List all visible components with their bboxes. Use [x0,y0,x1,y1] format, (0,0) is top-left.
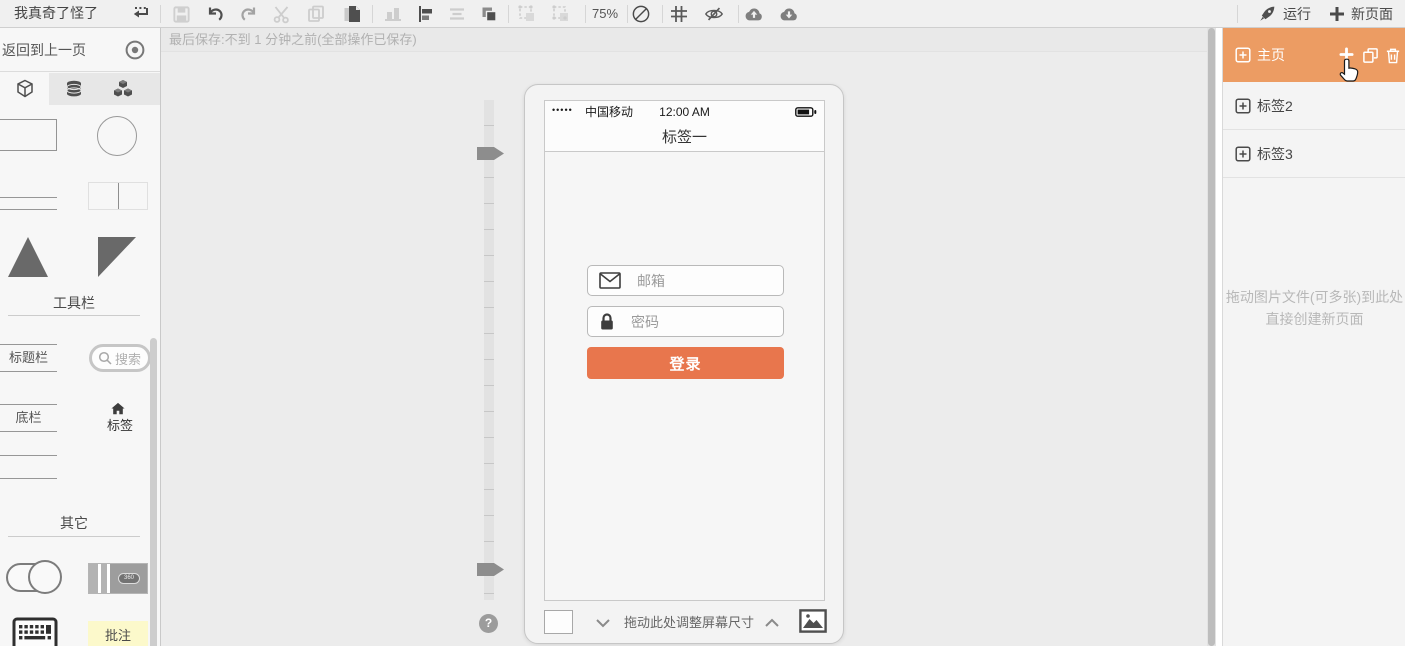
hide-layers-icon[interactable] [704,4,724,24]
expand-icon[interactable] [1235,98,1251,114]
home-icon [111,402,125,415]
background-image-icon[interactable] [799,609,827,633]
envelope-icon [599,272,621,289]
ruler-handle-bottom[interactable] [477,563,504,576]
widget-panel: 返回到上一页 工具栏 标题栏 [0,28,161,646]
email-field-widget[interactable]: 邮箱 [587,265,784,296]
align-left-icon[interactable] [415,4,435,24]
page-item-tab2[interactable]: 标签2 [1223,82,1405,130]
triangle-widget[interactable] [8,237,48,277]
clock-label: 12:00 AM [545,101,824,123]
tab-data-widgets[interactable] [49,73,98,105]
duplicate-page-icon[interactable] [1362,47,1379,64]
cube-icon [15,79,35,99]
delete-page-icon[interactable] [1385,47,1401,64]
rocket-icon [1258,4,1277,23]
project-title: 我真奇了怪了 [14,0,98,27]
undo-icon[interactable] [205,4,225,24]
keyboard-widget[interactable] [12,617,58,646]
cloud-download-icon[interactable] [779,4,799,24]
cut-icon[interactable] [272,4,292,24]
grid-icon[interactable] [669,4,689,24]
vertical-divider-widget[interactable] [88,182,148,210]
pages-panel: 主页 标签2 [1222,28,1405,646]
annotation-widget[interactable]: 批注 [88,621,148,646]
phone-statusbar: ••••• 中国移动 12:00 AM [545,101,824,123]
blocks-icon [113,79,133,99]
lock-icon [599,312,615,331]
tab-basic-shapes[interactable] [0,73,49,105]
searchbar-widget[interactable]: 搜索 [89,344,151,372]
redo-icon[interactable] [239,4,259,24]
distribute-icon[interactable] [447,4,467,24]
section-other-label: 其它 [0,513,148,533]
screen-size-box[interactable] [544,610,573,634]
canvas: 最后保存:不到 1 分钟之前(全部操作已保存) ? ••••• 中国移动 12:… [161,28,1207,646]
canvas-scrollbar[interactable] [1207,28,1216,646]
section-toolbar-label: 工具栏 [0,293,148,313]
rotate-screen-icon[interactable] [631,4,651,24]
copy-icon[interactable] [306,4,326,24]
bottombar-widget[interactable]: 底栏 [0,404,57,432]
align-bottom-icon[interactable] [383,4,403,24]
paste-icon[interactable] [341,4,361,24]
resize-hint-label: 拖动此处调整屏幕尺寸 [619,612,759,631]
corner-triangle-widget[interactable] [98,237,136,277]
help-button[interactable]: ? [479,614,498,633]
tabbar-widget[interactable]: 标签 [103,402,139,432]
phone-screen: ••••• 中国移动 12:00 AM 标签一 邮箱 密码 登录 [544,100,825,601]
magnifier-icon [98,351,112,365]
ungroup-icon[interactable] [551,4,571,24]
toggle-switch-widget[interactable] [6,560,64,594]
mockup-editor: 我真奇了怪了 [0,0,1405,646]
database-icon [64,79,84,99]
phone-resize-bar[interactable]: 拖动此处调整屏幕尺寸 [525,601,843,643]
rectangle-widget[interactable] [0,119,57,151]
back-to-previous-page[interactable]: 返回到上一页 [0,28,160,72]
arrange-icon[interactable] [131,4,151,24]
tab-components[interactable] [98,73,147,105]
chevron-up-icon[interactable] [764,618,780,628]
toolbar: 我真奇了怪了 [0,0,1405,28]
save-icon[interactable] [171,4,191,24]
bring-forward-icon[interactable] [479,4,499,24]
chevron-down-icon[interactable] [595,618,611,628]
page-item-tab3[interactable]: 标签3 [1223,130,1405,178]
battery-icon [795,107,817,117]
ruler-handle-top[interactable] [477,147,504,160]
scrubber-badge: 360 [118,573,140,584]
page-titlebar-widget[interactable]: 标签一 [545,123,824,152]
save-status: 最后保存:不到 1 分钟之前(全部操作已保存) [161,28,1207,52]
widget-tabs [0,73,160,105]
left-panel-scrollbar[interactable] [150,338,157,646]
plus-icon [1329,6,1345,22]
drop-images-hint: 拖动图片文件(可多张)到此处 直接创建新页面 [1223,286,1405,330]
horizontal-line-widget[interactable] [0,182,57,210]
group-icon[interactable] [517,4,537,24]
expand-icon[interactable] [1235,146,1251,162]
titlebar-widget[interactable]: 标题栏 [0,344,57,372]
cloud-upload-icon[interactable] [744,4,764,24]
page-item-home[interactable]: 主页 [1223,28,1405,82]
zoom-level[interactable]: 75% [592,0,618,27]
list-lines-widget[interactable] [0,455,57,479]
password-field-widget[interactable]: 密码 [587,306,784,337]
expand-icon[interactable] [1235,47,1251,63]
phone-mockup: ••••• 中国移动 12:00 AM 标签一 邮箱 密码 登录 [524,84,844,644]
circle-widget[interactable] [97,116,137,156]
add-subpage-icon[interactable] [1339,47,1354,62]
new-page-button[interactable]: 新页面 [1329,0,1393,27]
target-icon [124,39,146,61]
login-button-widget[interactable]: 登录 [587,347,784,379]
run-button[interactable]: 运行 [1258,0,1311,27]
image-scrubber-widget[interactable]: 360 [88,563,148,594]
vertical-ruler [484,100,494,600]
